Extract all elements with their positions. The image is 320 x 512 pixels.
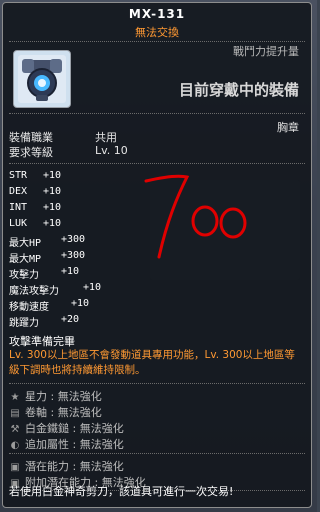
divider xyxy=(9,113,305,114)
currently-equipped-label: 目前穿戴中的裝備 xyxy=(178,81,299,99)
level-value: Lv. 10 xyxy=(95,144,128,157)
scroll-row: ▤ 卷軸 : 無法強化 xyxy=(10,406,102,419)
starforce-row: ★ 星力 : 無法強化 xyxy=(10,390,102,403)
trade-status: 無法交換 xyxy=(135,26,179,39)
handwritten-700 xyxy=(144,174,247,259)
scroll-icon: ▤ xyxy=(10,408,20,419)
badge-icon xyxy=(22,59,62,101)
stat-max-mp: 最大MP +300 xyxy=(9,250,86,265)
divider xyxy=(9,383,305,384)
potential-icon: ▣ xyxy=(10,462,20,473)
level-restriction-note: Lv. 300以上地區不會發動道具專用功能，Lv. 300以上地區等級下調時也將… xyxy=(9,349,295,376)
divider xyxy=(9,41,305,42)
job-value: 共用 xyxy=(95,131,117,144)
equip-slot: 胸章 xyxy=(277,121,299,134)
job-label: 裝備職業 xyxy=(9,131,53,144)
divider xyxy=(9,453,305,454)
stat-speed: 移動速度 +10 xyxy=(9,298,90,313)
item-tooltip: MX-131 無法交換 戰鬥力提升量 目前穿戴中的裝備 胸章 裝備職業 共用 要… xyxy=(2,2,312,508)
item-name: MX-131 xyxy=(128,7,186,21)
stat-luk: LUK +10 xyxy=(9,218,62,229)
flame-icon: ◐ xyxy=(10,440,20,451)
stat-dex: DEX +10 xyxy=(9,186,62,197)
stat-magic-attack: 魔法攻擊力 +10 xyxy=(9,282,102,297)
stat-max-hp: 最大HP +300 xyxy=(9,234,86,249)
divider xyxy=(9,163,305,164)
star-icon: ★ xyxy=(10,392,20,403)
stat-jump: 跳躍力 +20 xyxy=(9,314,80,329)
stat-attack: 攻擊力 +10 xyxy=(9,266,80,281)
bonus-stat-row: ◐ 追加屬性 : 無法強化 xyxy=(10,438,124,451)
stat-str: STR +10 xyxy=(9,170,62,181)
potential-row: ▣ 潛在能力 : 無法強化 xyxy=(10,460,124,473)
level-label: 要求等級 xyxy=(9,146,53,159)
combat-power-label: 戰鬥力提升量 xyxy=(233,45,299,58)
attack-ready-label: 攻擊準備完畢 xyxy=(9,335,75,348)
hammer-row: ⚒ 白金鐵鎚 : 無法強化 xyxy=(10,422,124,435)
item-icon-frame xyxy=(13,50,71,108)
platinum-scissors-note: 若使用白金神奇剪刀，該道具可進行一次交易! xyxy=(9,485,234,498)
hammer-icon: ⚒ xyxy=(10,424,20,435)
stat-int: INT +10 xyxy=(9,202,62,213)
